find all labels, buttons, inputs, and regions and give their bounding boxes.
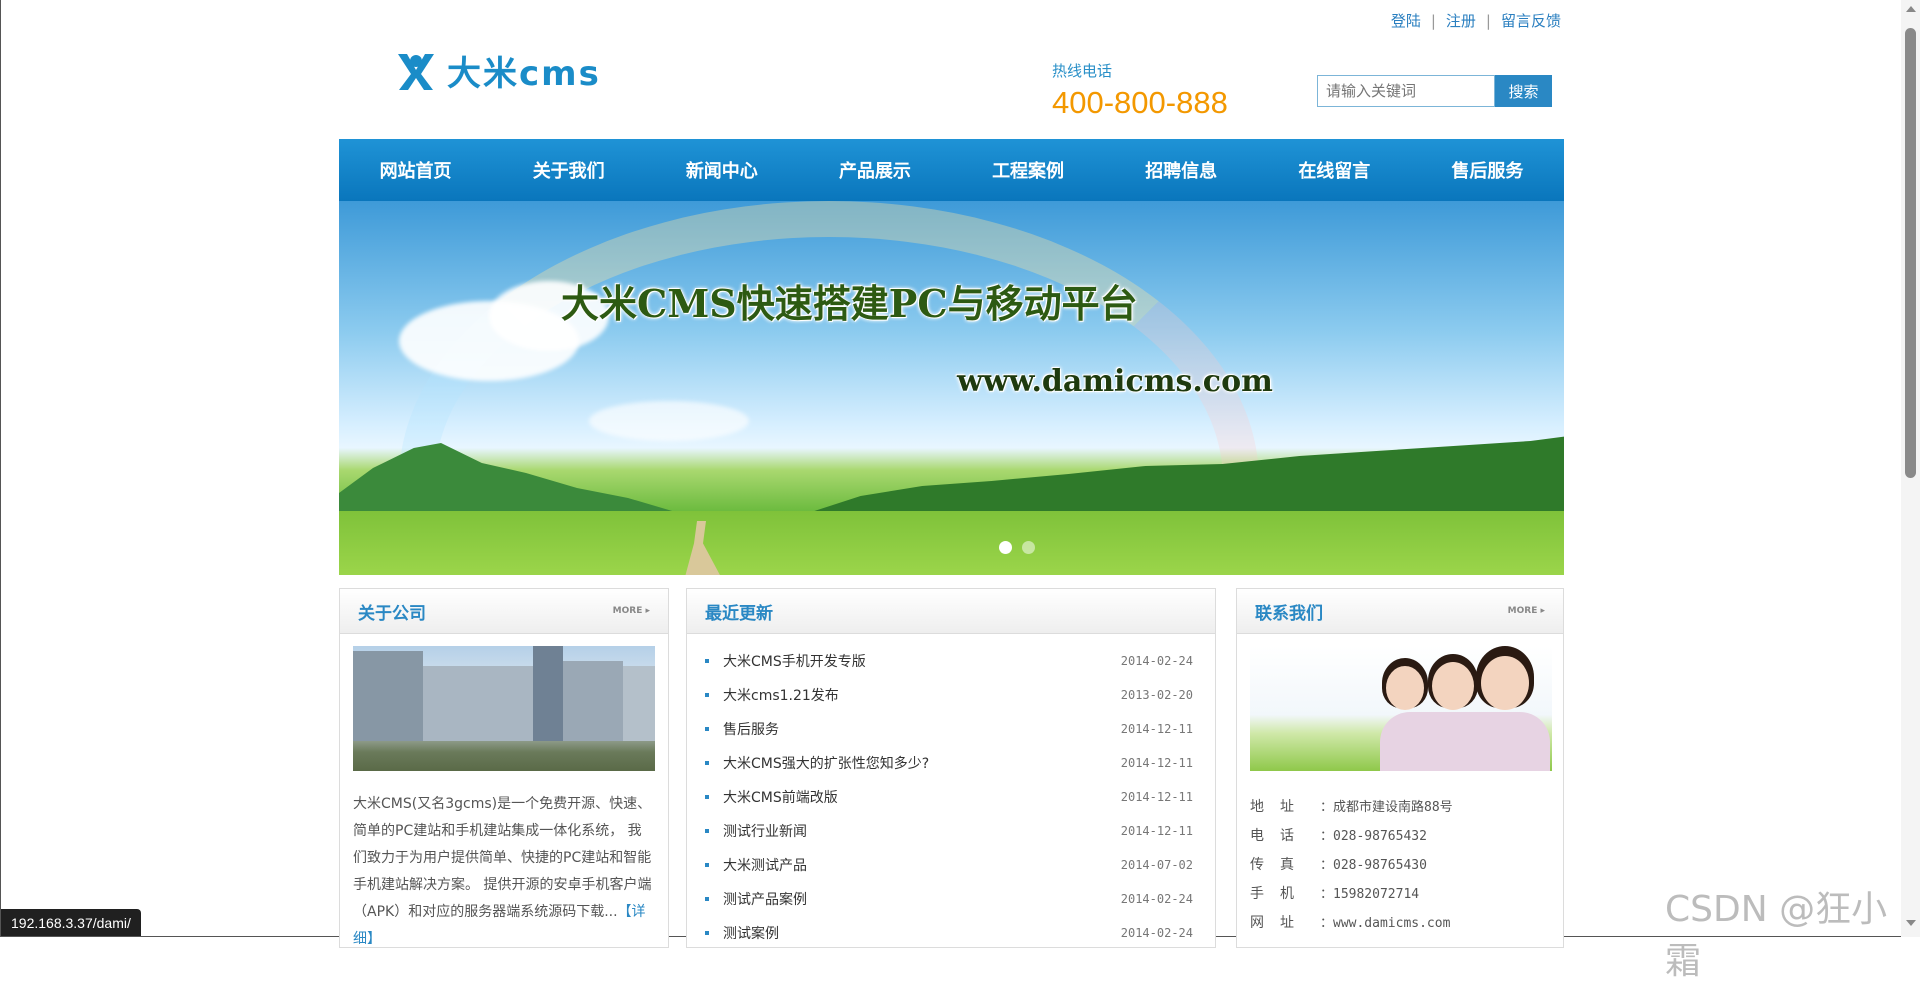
top-links: 登陆 | 注册 | 留言反馈 [1391, 10, 1561, 31]
banner-title: 大米CMS快速搭建PC与移动平台 [561, 281, 1138, 326]
contact-more-link[interactable]: MORE ▸ [1508, 606, 1545, 616]
news-item-title[interactable]: 大米cms1.21发布 [705, 685, 839, 705]
contact-value: ：028-98765430 [1320, 858, 1427, 873]
contact-row-address: 地址 ：成都市建设南路88号 [1250, 791, 1550, 820]
contact-value: ：028-98765432 [1320, 829, 1427, 844]
nav-products[interactable]: 产品展示 [798, 139, 951, 201]
news-item: 测试案例 2014-02-24 [705, 916, 1193, 950]
customer-service-image [1250, 646, 1552, 771]
browser-viewport: 登陆 | 注册 | 留言反馈 大米cms 热线电话 400-800-888 搜索 网站首… [0, 0, 1920, 982]
banner-url: www.damicms.com [957, 364, 1273, 399]
browser-status-bar: 192.168.3.37/dami/ [1, 909, 141, 936]
contact-value[interactable]: ：www.damicms.com [1320, 912, 1450, 931]
news-item-date: 2014-02-24 [1120, 892, 1193, 906]
news-item-date: 2014-02-24 [1120, 926, 1193, 940]
nav-home[interactable]: 网站首页 [339, 139, 492, 201]
news-panel-header: 最近更新 [687, 589, 1215, 634]
about-panel-header: 关于公司 MORE ▸ [340, 589, 668, 634]
contact-row-website: 网址 ：www.damicms.com [1250, 907, 1550, 936]
banner-cloud [589, 401, 749, 441]
contact-value: ：15982072714 [1320, 887, 1420, 902]
search-input[interactable] [1317, 75, 1495, 107]
hotline-number: 400-800-888 [1052, 85, 1228, 120]
nav-news[interactable]: 新闻中心 [645, 139, 798, 201]
news-item-date: 2014-12-11 [1120, 790, 1193, 804]
news-item-title[interactable]: 大米CMS前端改版 [705, 787, 838, 807]
page-scrollbar[interactable] [1901, 0, 1920, 937]
about-more-link[interactable]: MORE ▸ [613, 606, 650, 616]
hotline-label: 热线电话 [1052, 62, 1113, 80]
contact-key: 传真 [1250, 856, 1310, 873]
news-item-title[interactable]: 测试行业新闻 [705, 821, 807, 841]
contact-row-fax: 传真 ：028-98765430 [1250, 849, 1550, 878]
news-item-date: 2014-12-11 [1120, 756, 1193, 770]
nav-cases[interactable]: 工程案例 [952, 139, 1105, 201]
nav-service[interactable]: 售后服务 [1411, 139, 1564, 201]
contact-key: 电话 [1250, 827, 1310, 844]
news-item: 大米测试产品 2014-07-02 [705, 848, 1193, 882]
contact-panel: 联系我们 MORE ▸ 地址 ：成都市建设南路88号 电话 ：028-9876543… [1236, 588, 1564, 948]
news-item: 测试产品案例 2014-02-24 [705, 882, 1193, 916]
news-item-title[interactable]: 测试案例 [705, 923, 779, 943]
hotline: 热线电话 400-800-888 [1052, 60, 1228, 121]
nav-message[interactable]: 在线留言 [1258, 139, 1411, 201]
news-item-title[interactable]: 测试产品案例 [705, 889, 807, 909]
contact-panel-header: 联系我们 MORE ▸ [1237, 589, 1563, 634]
slider-dot-2[interactable] [1022, 541, 1035, 554]
contact-key: 网址 [1250, 914, 1310, 931]
news-item-title[interactable]: 大米测试产品 [705, 855, 807, 875]
banner-grass [339, 511, 1564, 575]
news-item: 大米CMS强大的扩张性您知多少? 2014-12-11 [705, 746, 1193, 780]
news-item-date: 2014-07-02 [1120, 858, 1193, 872]
news-title: 最近更新 [705, 603, 773, 624]
search-button[interactable]: 搜索 [1495, 75, 1552, 107]
banner-slider[interactable]: 大米CMS快速搭建PC与移动平台 www.damicms.com [339, 201, 1564, 575]
slider-dot-1[interactable] [999, 541, 1012, 554]
site-logo[interactable]: 大米cms [395, 46, 601, 95]
separator: | [1430, 12, 1436, 30]
news-item: 售后服务 2014-12-11 [705, 712, 1193, 746]
nav-about[interactable]: 关于我们 [492, 139, 645, 201]
contact-row-phone: 电话 ：028-98765432 [1250, 820, 1550, 849]
main-nav: 网站首页 关于我们 新闻中心 产品展示 工程案例 招聘信息 在线留言 售后服务 [339, 139, 1564, 201]
news-item: 大米CMS前端改版 2014-12-11 [705, 780, 1193, 814]
news-item-date: 2014-12-11 [1120, 824, 1193, 838]
news-item-date: 2014-02-24 [1120, 654, 1193, 668]
news-item: 大米cms1.21发布 2013-02-20 [705, 678, 1193, 712]
news-item-title[interactable]: 售后服务 [705, 719, 779, 739]
csdn-watermark: CSDN @狂小霜 [1665, 889, 1888, 982]
about-panel: 关于公司 MORE ▸ 大米CMS(又名3gcms)是一个免费开源、快速、简单的… [339, 588, 669, 948]
news-item-date: 2014-12-11 [1120, 722, 1193, 736]
news-item-title[interactable]: 大米CMS强大的扩张性您知多少? [705, 753, 929, 773]
contact-info-list: 地址 ：成都市建设南路88号 电话 ：028-98765432 传真 ：028-987… [1237, 771, 1563, 936]
contact-key: 地址 [1250, 798, 1310, 815]
news-item: 大米CMS手机开发专版 2014-02-24 [705, 644, 1193, 678]
login-link[interactable]: 登陆 [1391, 12, 1421, 30]
scroll-up-icon[interactable] [1906, 6, 1916, 12]
company-building-image [353, 646, 655, 771]
about-title: 关于公司 [358, 603, 426, 624]
logo-text: 大米cms [447, 54, 601, 94]
contact-value: ：成都市建设南路88号 [1320, 800, 1453, 815]
nav-jobs[interactable]: 招聘信息 [1105, 139, 1258, 201]
about-description: 大米CMS(又名3gcms)是一个免费开源、快速、简单的PC建站和手机建站集成一… [353, 791, 655, 953]
news-list: 大米CMS手机开发专版 2014-02-24 大米cms1.21发布 2013-02… [687, 634, 1215, 950]
contact-title: 联系我们 [1255, 603, 1323, 624]
contact-row-mobile: 手机 ：15982072714 [1250, 878, 1550, 907]
contact-key: 手机 [1250, 885, 1310, 902]
register-link[interactable]: 注册 [1446, 12, 1476, 30]
dami-logo-icon [395, 50, 437, 92]
news-item-date: 2013-02-20 [1120, 688, 1193, 702]
news-item: 测试行业新闻 2014-12-11 [705, 814, 1193, 848]
scroll-down-icon[interactable] [1906, 920, 1916, 926]
news-item-title[interactable]: 大米CMS手机开发专版 [705, 651, 866, 671]
slider-dots [999, 541, 1035, 554]
news-panel: 最近更新 大米CMS手机开发专版 2014-02-24 大米cms1.21发布 20… [686, 588, 1216, 948]
scroll-thumb[interactable] [1905, 28, 1916, 478]
about-text: 大米CMS(又名3gcms)是一个免费开源、快速、简单的PC建站和手机建站集成一… [353, 796, 652, 920]
separator: | [1485, 12, 1491, 30]
search-box: 搜索 [1317, 75, 1552, 107]
feedback-link[interactable]: 留言反馈 [1501, 12, 1561, 30]
